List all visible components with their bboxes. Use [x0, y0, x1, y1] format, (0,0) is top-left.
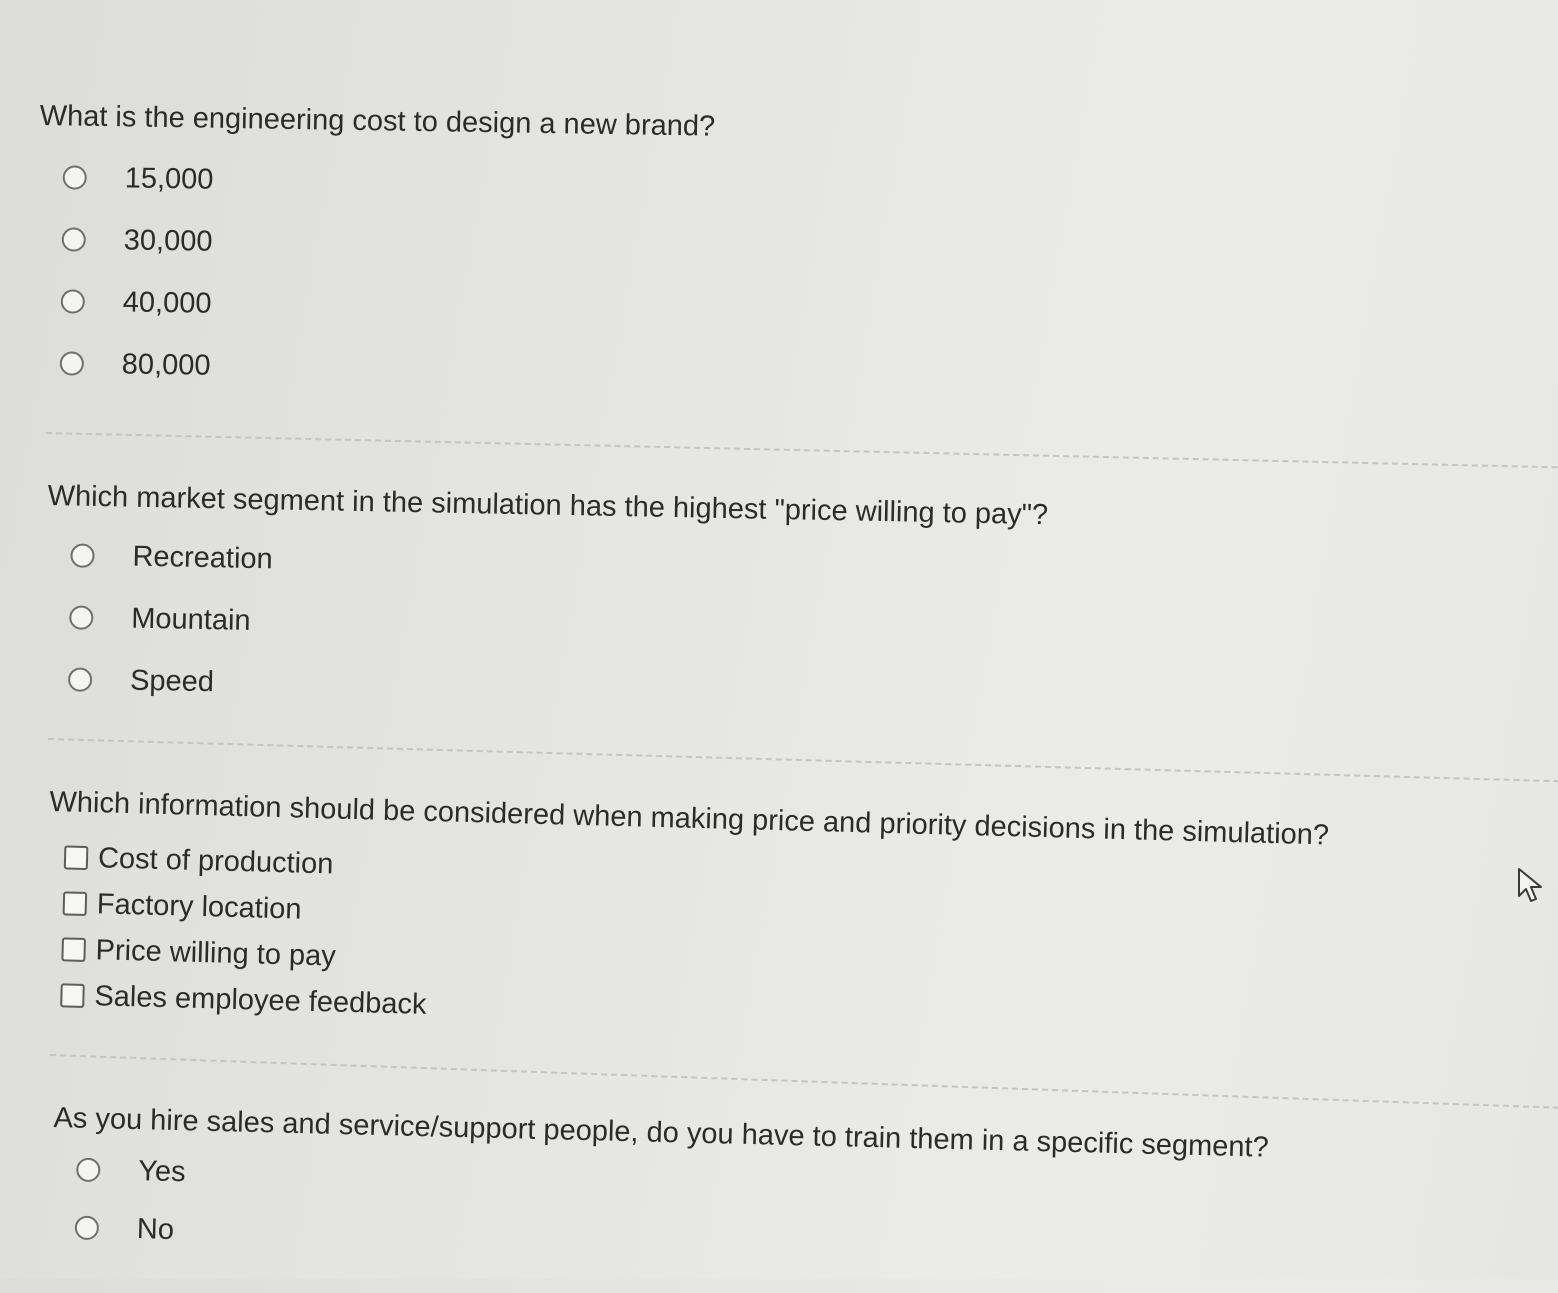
checkbox[interactable] [60, 983, 85, 1008]
option-label: Sales employee feedback [94, 979, 427, 1021]
option-label: Mountain [131, 602, 251, 637]
radio-button[interactable] [61, 227, 86, 252]
radio-button[interactable] [59, 351, 85, 376]
option-label: 40,000 [122, 285, 212, 320]
radio-button[interactable] [74, 1215, 100, 1241]
question-1: What is the engineering cost to design a… [35, 98, 1539, 418]
option-label: 30,000 [123, 223, 213, 258]
radio-button[interactable] [67, 667, 93, 692]
option-label: Factory location [96, 887, 302, 926]
checkbox[interactable] [62, 891, 88, 917]
question-3: Which information should be considered w… [44, 784, 1550, 1057]
question-2-options: Recreation Mountain Speed [44, 524, 1547, 739]
question-divider [45, 432, 1558, 469]
option-label: 15,000 [124, 161, 214, 196]
question-divider [49, 1054, 1558, 1109]
radio-button[interactable] [70, 543, 95, 568]
question-divider [47, 738, 1558, 783]
question-3-options: Cost of production Factory location Pric… [44, 834, 1548, 1057]
question-4: As you hire sales and service/support pe… [50, 1100, 1553, 1293]
option-label: Cost of production [97, 841, 334, 880]
question-1-options: 15,000 30,000 40,000 80,000 [35, 146, 1539, 418]
option-label: 80,000 [121, 347, 211, 382]
option-label: Price willing to pay [95, 933, 337, 973]
option-label: Speed [129, 664, 215, 698]
option-label: Recreation [132, 540, 274, 575]
radio-button[interactable] [62, 165, 87, 190]
question-2: Which market segment in the simulation h… [44, 478, 1548, 739]
quiz-form: What is the engineering cost to design a… [0, 0, 1558, 1279]
radio-button[interactable] [60, 289, 85, 314]
checkbox[interactable] [61, 937, 86, 962]
radio-button[interactable] [76, 1157, 101, 1183]
arrow-pointer-icon [1518, 868, 1542, 902]
radio-button[interactable] [69, 605, 94, 630]
checkbox[interactable] [63, 845, 89, 871]
option-label: No [136, 1212, 175, 1246]
option-label: Yes [137, 1154, 186, 1188]
